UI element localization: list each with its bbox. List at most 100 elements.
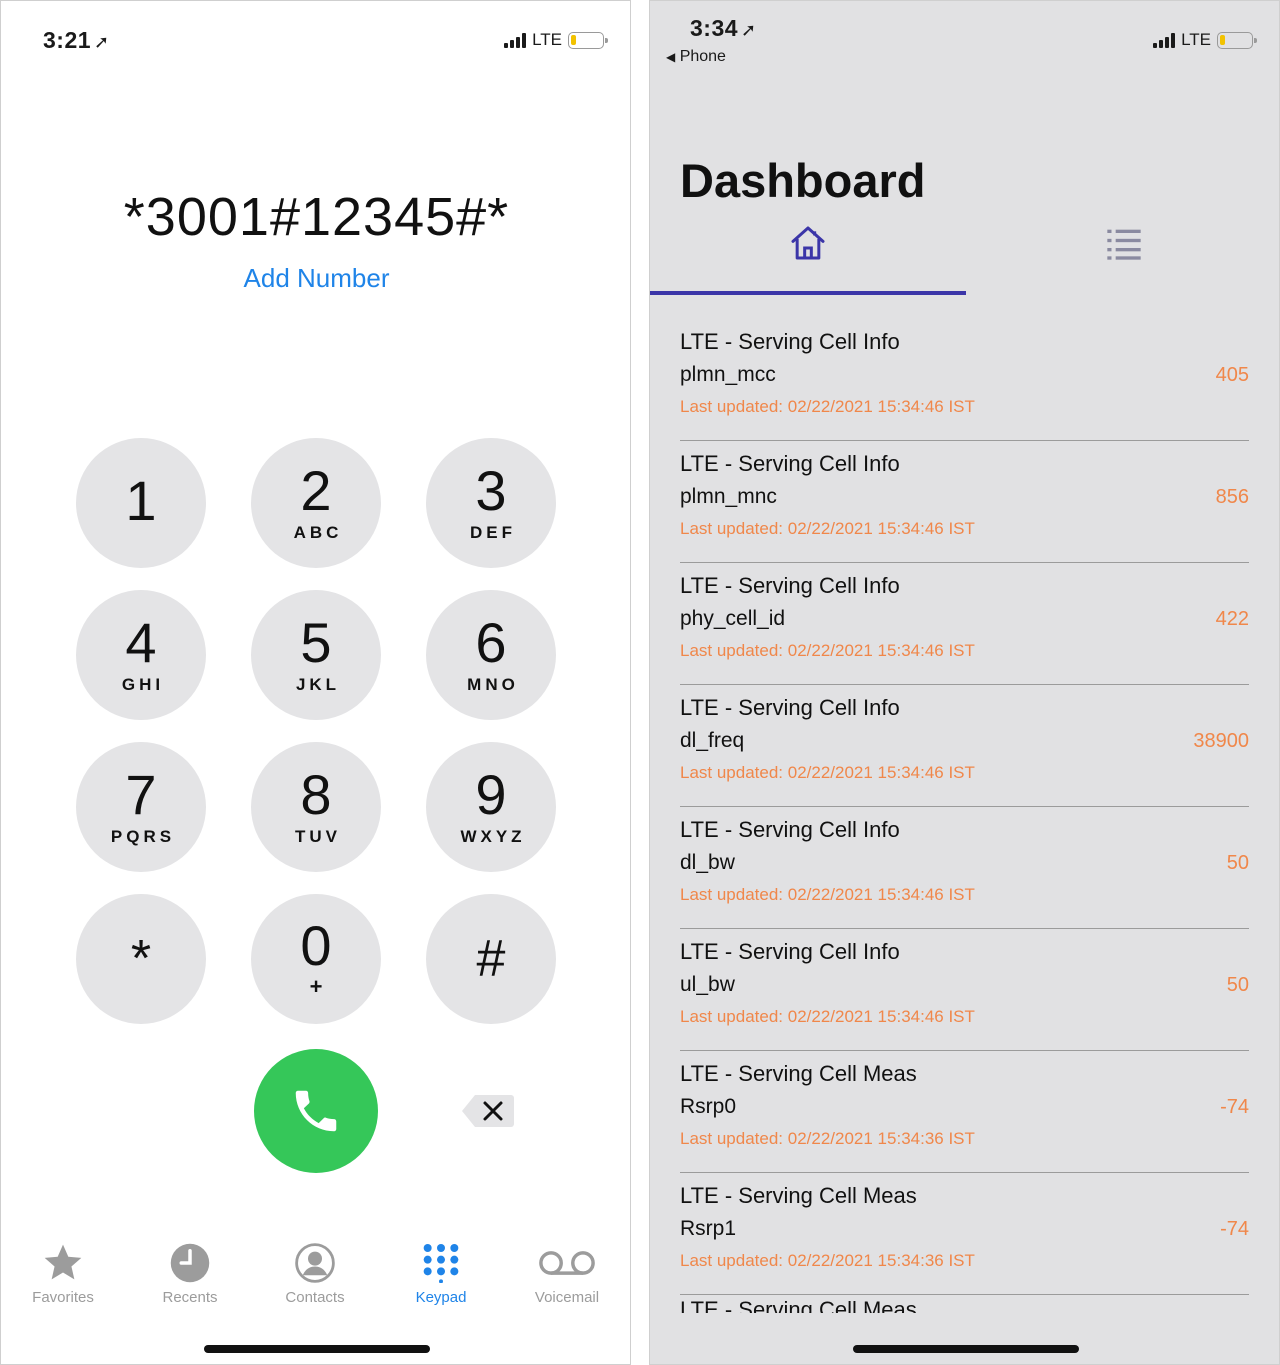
row-last-updated: Last updated: 02/22/2021 15:34:46 IST [680, 641, 975, 660]
dialed-number: *3001#12345#* [123, 187, 510, 247]
key-4[interactable]: 4 GHI [76, 590, 206, 720]
location-arrow-icon: ➚ [94, 32, 110, 52]
row-title: LTE - Serving Cell Info [680, 695, 900, 720]
list-item[interactable]: LTE - Serving Cell Info dl_bw 50 Last up… [680, 807, 1249, 929]
key-digit: 2 [300, 459, 332, 522]
network-label: LTE [532, 30, 562, 49]
row-value: 50 [1226, 852, 1249, 874]
row-title: LTE - Serving Cell Info [680, 573, 900, 598]
key-7[interactable]: 7 PQRS [76, 742, 206, 872]
tab-home[interactable] [650, 219, 966, 295]
key-digit: * [130, 930, 152, 988]
tab-bar: Favorites Recents Contacts Keypad Voicem… [1, 1241, 630, 1321]
row-key: plmn_mcc [680, 363, 776, 386]
row-last-updated: Last updated: 02/22/2021 15:34:46 IST [680, 1007, 975, 1026]
backspace-icon [462, 1095, 514, 1127]
add-number-link[interactable]: Add Number [1, 263, 630, 294]
key-1[interactable]: 1 [76, 438, 206, 568]
key-9[interactable]: 9 WXYZ [426, 742, 556, 872]
key-6[interactable]: 6 MNO [426, 590, 556, 720]
list-item[interactable]: LTE - Serving Cell Info phy_cell_id 422 … [680, 563, 1249, 685]
tab-keypad[interactable]: Keypad [386, 1241, 496, 1306]
key-digit: 6 [475, 611, 507, 674]
call-button[interactable] [254, 1049, 378, 1173]
tab-label: Voicemail [534, 1289, 600, 1306]
field-test-dashboard-screen: 3:34 ➚ ◀ Phone LTE Dashboard LTE - Servin… [649, 0, 1280, 1365]
row-value: 856 [1215, 486, 1249, 508]
cell-info-list: LTE - Serving Cell Info plmn_mcc 405 Las… [680, 319, 1249, 1295]
key-digit: 3 [475, 459, 507, 522]
tab-label: Recents [162, 1289, 218, 1306]
key-3[interactable]: 3 DEF [426, 438, 556, 568]
row-last-updated: Last updated: 02/22/2021 15:34:46 IST [680, 763, 975, 782]
tab-recents[interactable]: Recents [135, 1241, 245, 1306]
key-digit: 0 [300, 914, 332, 977]
tab-label: Favorites [32, 1289, 94, 1306]
row-key: Rsrp0 [680, 1095, 737, 1118]
list-item[interactable]: LTE - Serving Cell Info dl_freq 38900 La… [680, 685, 1249, 807]
battery-icon [1217, 31, 1257, 49]
row-value: 405 [1215, 364, 1249, 386]
status-time-text: 3:21 [43, 27, 92, 53]
list-item[interactable]: LTE - Serving Cell Info plmn_mcc 405 Las… [680, 319, 1249, 441]
person-circle-icon [295, 1243, 335, 1283]
key-digit: 7 [125, 763, 157, 826]
keypad-icon [423, 1244, 459, 1283]
back-to-phone-link[interactable]: ◀ Phone [666, 48, 726, 66]
home-indicator[interactable] [204, 1345, 430, 1353]
network-label: LTE [1181, 30, 1211, 49]
key-digit: # [476, 930, 506, 988]
tab-favorites[interactable]: Favorites [8, 1241, 118, 1306]
list-item[interactable]: LTE - Serving Cell Meas Rsrp0 -74 Last u… [680, 1051, 1249, 1173]
tab-list[interactable] [966, 219, 1279, 295]
key-2[interactable]: 2 ABC [251, 438, 381, 568]
voicemail-icon [539, 1251, 595, 1275]
tab-voicemail[interactable]: Voicemail [512, 1241, 622, 1306]
row-key: ul_bw [680, 973, 735, 996]
list-item[interactable]: LTE - Serving Cell Info ul_bw 50 Last up… [680, 929, 1249, 1051]
key-digit: 1 [125, 469, 157, 532]
row-value: 50 [1226, 974, 1249, 996]
list-item[interactable]: LTE - Serving Cell Meas Rsrp1 -74 Last u… [680, 1173, 1249, 1295]
star-icon [44, 1244, 82, 1280]
page-title: Dashboard [680, 154, 926, 207]
row-key: plmn_mnc [680, 485, 777, 508]
key-letters: + [309, 974, 327, 999]
key-letters: DEF [470, 523, 516, 542]
home-indicator[interactable] [853, 1345, 1079, 1353]
row-title: LTE - Serving Cell Meas [680, 1061, 917, 1086]
list-icon [1106, 229, 1141, 260]
clock-icon [170, 1243, 210, 1283]
key-star[interactable]: * [76, 894, 206, 1024]
battery-icon [568, 31, 608, 49]
row-title: LTE - Serving Cell Info [680, 817, 900, 842]
row-value: -74 [1220, 1218, 1249, 1240]
home-icon [791, 226, 825, 260]
key-letters: WXYZ [460, 827, 526, 846]
row-title: LTE - Serving Cell Meas [680, 1183, 917, 1208]
status-time-text: 3:34 [690, 15, 739, 41]
back-label: Phone [679, 48, 726, 65]
tab-label: Contacts [285, 1289, 345, 1306]
tab-contacts[interactable]: Contacts [260, 1241, 370, 1306]
phone-icon [295, 1090, 337, 1132]
row-key: Rsrp1 [680, 1217, 737, 1240]
key-8[interactable]: 8 TUV [251, 742, 381, 872]
row-last-updated: Last updated: 02/22/2021 15:34:36 IST [680, 1251, 975, 1270]
key-hash[interactable]: # [426, 894, 556, 1024]
key-digit: 5 [300, 611, 332, 674]
key-0[interactable]: 0 + [251, 894, 381, 1024]
status-time: 3:34 ➚ [690, 15, 757, 42]
row-value: 422 [1215, 608, 1249, 630]
row-title: LTE - Serving Cell Info [680, 451, 900, 476]
signal-icon [1153, 32, 1176, 48]
row-title: LTE - Serving Cell Info [680, 329, 900, 354]
row-last-updated: Last updated: 02/22/2021 15:34:46 IST [680, 397, 975, 416]
row-key: dl_bw [680, 851, 735, 874]
list-item[interactable]: LTE - Serving Cell Info plmn_mnc 856 Las… [680, 441, 1249, 563]
delete-button[interactable] [461, 1093, 515, 1129]
key-5[interactable]: 5 JKL [251, 590, 381, 720]
row-last-updated: Last updated: 02/22/2021 15:34:36 IST [680, 1129, 975, 1148]
phone-dialer-screen: 3:21 ➚ LTE *3001#12345#* Add Number 1 2 AB… [0, 0, 631, 1365]
key-letters: PQRS [110, 827, 176, 846]
